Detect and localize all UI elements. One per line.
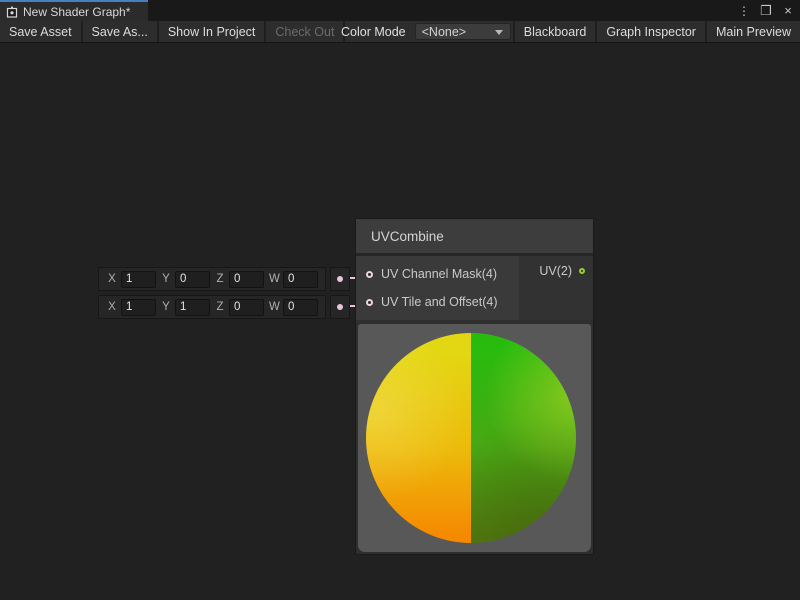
node-title: UVCombine	[371, 229, 444, 244]
y-field[interactable]: 0	[175, 271, 210, 288]
shader-graph-tab[interactable]: New Shader Graph*	[0, 0, 148, 21]
window-controls: ⋮ ❐ ×	[736, 0, 796, 21]
shader-graph-icon	[6, 6, 18, 18]
z-field[interactable]: 0	[229, 271, 264, 288]
vector4-input-widget: X1 Y0 Z0 W0	[98, 267, 350, 291]
field-label-z: Z	[215, 301, 225, 313]
tab-title: New Shader Graph*	[23, 5, 130, 19]
output-port-label: UV(2)	[539, 264, 572, 278]
vector4-bar: X1 Y1 Z0 W0	[98, 295, 326, 319]
input-port-row: UV Channel Mask(4)	[356, 260, 519, 288]
input-port-icon[interactable]	[366, 271, 373, 278]
sphere-right-half	[471, 333, 576, 543]
input-port-label: UV Channel Mask(4)	[381, 267, 497, 281]
x-field[interactable]: 1	[121, 299, 156, 316]
field-label-z: Z	[215, 273, 225, 285]
vector4-bar: X1 Y0 Z0 W0	[98, 267, 326, 291]
main-preview-button[interactable]: Main Preview	[705, 21, 800, 42]
toolbar-right-group: Blackboard Graph Inspector Main Preview	[513, 21, 800, 42]
y-field[interactable]: 1	[175, 299, 210, 316]
input-port-icon[interactable]	[366, 299, 373, 306]
sphere-left-half	[366, 333, 471, 543]
field-label-w: W	[269, 301, 279, 313]
field-label-x: X	[107, 273, 117, 285]
save-asset-button[interactable]: Save Asset	[0, 21, 83, 42]
w-field[interactable]: 0	[283, 271, 318, 288]
node-preview	[358, 324, 591, 552]
x-field[interactable]: 1	[121, 271, 156, 288]
field-label-y: Y	[161, 301, 171, 313]
toolbar: Save Asset Save As... Show In Project Ch…	[0, 21, 800, 43]
preview-sphere	[366, 333, 576, 543]
vector4-output-port[interactable]	[330, 295, 350, 319]
shader-graph-window: New Shader Graph* ⋮ ❐ × Save Asset Save …	[0, 0, 800, 600]
blackboard-button[interactable]: Blackboard	[513, 21, 596, 42]
node-header[interactable]: UVCombine	[356, 219, 593, 256]
close-icon[interactable]: ×	[780, 3, 796, 19]
show-in-project-button[interactable]: Show In Project	[159, 21, 267, 42]
output-port-row: UV(2)	[539, 264, 585, 278]
input-port-label: UV Tile and Offset(4)	[381, 295, 498, 309]
color-mode-dropdown[interactable]: <None>	[415, 23, 511, 40]
graph-inspector-button[interactable]: Graph Inspector	[595, 21, 705, 42]
color-mode-value: <None>	[422, 25, 466, 39]
kebab-menu-icon[interactable]: ⋮	[736, 3, 752, 19]
uvcombine-node[interactable]: UVCombine UV Channel Mask(4) UV Tile and…	[355, 218, 594, 555]
vector4-input-widget: X1 Y1 Z0 W0	[98, 295, 350, 319]
graph-canvas[interactable]: X1 Y0 Z0 W0 X1 Y1 Z0 W0 UVCombine	[0, 43, 800, 600]
save-as-button[interactable]: Save As...	[83, 21, 159, 42]
input-port-row: UV Tile and Offset(4)	[356, 288, 519, 316]
vector4-output-port[interactable]	[330, 267, 350, 291]
window-titlebar: New Shader Graph* ⋮ ❐ ×	[0, 0, 800, 21]
output-ports-column: UV(2)	[519, 256, 593, 320]
maximize-icon[interactable]: ❐	[758, 3, 774, 19]
toolbar-left-group: Save Asset Save As... Show In Project Ch…	[0, 21, 345, 42]
z-field[interactable]: 0	[229, 299, 264, 316]
field-label-x: X	[107, 301, 117, 313]
color-mode-control: Color Mode <None>	[341, 21, 511, 42]
w-field[interactable]: 0	[283, 299, 318, 316]
chevron-down-icon	[495, 30, 503, 35]
node-body: UV Channel Mask(4) UV Tile and Offset(4)…	[356, 256, 593, 320]
color-mode-label: Color Mode	[341, 25, 406, 39]
field-label-y: Y	[161, 273, 171, 285]
port-dot-icon	[337, 304, 343, 310]
input-ports-column: UV Channel Mask(4) UV Tile and Offset(4)	[356, 256, 519, 320]
check-out-button: Check Out	[266, 21, 345, 42]
field-label-w: W	[269, 273, 279, 285]
output-port-icon[interactable]	[579, 268, 585, 274]
port-dot-icon	[337, 276, 343, 282]
